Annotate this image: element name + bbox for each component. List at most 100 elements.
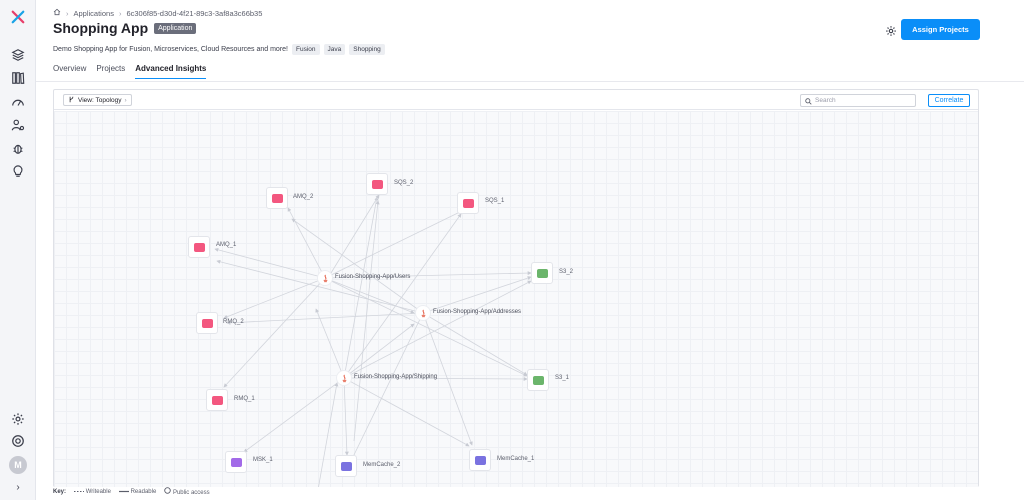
edge [287, 207, 326, 279]
java-service-icon[interactable] [317, 270, 333, 286]
chevron-right-icon[interactable]: › [11, 480, 25, 494]
resource-node-amq1[interactable] [188, 236, 210, 258]
key-writeable: Writeable [74, 489, 111, 495]
topology-canvas[interactable]: Fusion-Shopping-App/Users Fusion-Shoppin… [54, 111, 978, 487]
harness-logo-icon[interactable] [11, 10, 25, 24]
queue-icon [193, 242, 205, 252]
edge [351, 312, 424, 460]
resource-label-s3-1: S3_1 [555, 375, 570, 381]
edge [422, 276, 532, 314]
dotted-line-icon [74, 490, 85, 492]
resource-label-sqs2: SQS_2 [394, 180, 414, 186]
users-gear-icon[interactable] [11, 118, 25, 132]
queue-icon [371, 179, 383, 189]
assign-projects-button[interactable]: Assign Projects [901, 19, 980, 40]
edge [324, 277, 528, 377]
queue-icon [462, 198, 474, 208]
avatar[interactable]: M [9, 456, 27, 474]
bucket-icon [536, 268, 548, 278]
topology-panel: View: Topology › Correlate [53, 89, 979, 487]
library-icon[interactable] [11, 71, 25, 85]
correlate-button[interactable]: Correlate [928, 94, 970, 107]
search-input[interactable] [815, 97, 911, 104]
topology-toolbar: View: Topology › Correlate [54, 90, 978, 110]
breadcrumb-app-id[interactable]: 6c306f85-d30d-4f21-89c3-3af8a3c66b35 [126, 9, 262, 18]
chevron-right-icon: › [66, 8, 69, 18]
tab-overview[interactable]: Overview [53, 64, 86, 79]
search-icon [805, 92, 812, 110]
edge [223, 277, 326, 388]
settings-icon[interactable] [11, 412, 25, 426]
edge [343, 280, 532, 379]
resource-node-s3-1[interactable] [527, 369, 549, 391]
page-title: Shopping App [53, 20, 149, 36]
home-icon[interactable] [53, 8, 61, 18]
tab-bar: Overview Projects Advanced Insights [53, 64, 207, 79]
breadcrumb: › Applications › 6c306f85-d30d-4f21-89c3… [53, 8, 262, 18]
breadcrumb-applications[interactable]: Applications [74, 9, 114, 18]
resource-node-s3-2[interactable] [531, 262, 553, 284]
tag-fusion: Fusion [292, 44, 320, 55]
topology-key: Key: Writeable Readable Public access [53, 487, 210, 496]
resource-label-memcache1: MemCache_1 [497, 456, 535, 462]
type-badge: Application [154, 22, 197, 34]
tab-projects[interactable]: Projects [96, 64, 125, 79]
edge [353, 200, 380, 442]
java-service-icon[interactable] [336, 370, 352, 386]
java-service-icon[interactable] [415, 305, 431, 321]
topology-edges [214, 194, 532, 487]
cache-icon [474, 455, 486, 465]
edge [343, 377, 349, 456]
key-label: Key: [53, 488, 67, 495]
edge [243, 377, 345, 453]
app-description: Demo Shopping App for Fusion, Microservi… [53, 46, 288, 53]
edge [226, 312, 424, 325]
chevron-right-icon: › [124, 96, 127, 104]
resource-node-memcache2[interactable] [335, 455, 357, 477]
solid-line-icon [118, 490, 129, 492]
bucket-icon [532, 375, 544, 385]
resource-label-sqs1: SQS_1 [485, 198, 505, 204]
resource-node-msk1[interactable] [225, 451, 247, 473]
tag-java: Java [323, 44, 346, 55]
globe-icon [164, 487, 172, 494]
lightbulb-icon[interactable] [11, 164, 25, 178]
left-nav-rail: M › [0, 0, 36, 500]
edge [422, 312, 528, 376]
tag-shopping: Shopping [349, 44, 385, 55]
service-label-users: Fusion-Shopping-App/Users [335, 274, 411, 280]
edge [223, 277, 326, 319]
bug-icon[interactable] [11, 141, 25, 155]
edge [343, 377, 470, 447]
edge [315, 308, 345, 379]
tab-advanced-insights[interactable]: Advanced Insights [135, 64, 207, 79]
gear-icon[interactable] [885, 24, 897, 36]
help-icon[interactable] [11, 434, 25, 448]
layers-icon[interactable] [11, 48, 25, 62]
view-label: View: Topology [78, 96, 122, 104]
cache-icon [340, 461, 352, 471]
resource-node-rmq1[interactable] [206, 389, 228, 411]
resource-node-sqs2[interactable] [366, 173, 388, 195]
description-row: Demo Shopping App for Fusion, Microservi… [53, 44, 385, 55]
resource-node-sqs1[interactable] [457, 192, 479, 214]
queue-icon [201, 318, 213, 328]
gauge-icon[interactable] [11, 95, 25, 109]
resource-label-rmq2: RMQ_2 [223, 319, 244, 325]
service-label-shipping: Fusion-Shopping-App/Shipping [354, 374, 438, 380]
resource-label-msk1: MSK_1 [253, 457, 273, 463]
resource-node-rmq2[interactable] [196, 312, 218, 334]
edge [318, 382, 339, 487]
resource-node-memcache1[interactable] [469, 449, 491, 471]
service-label-addresses: Fusion-Shopping-App/Addresses [433, 309, 522, 315]
edge [214, 247, 326, 279]
resource-node-amq2[interactable] [266, 187, 288, 209]
view-selector[interactable]: View: Topology › [63, 94, 132, 106]
key-readable: Readable [118, 489, 156, 495]
search-box[interactable] [800, 94, 916, 107]
key-public-access: Public access [164, 487, 210, 496]
chevron-right-icon: › [118, 8, 122, 18]
queue-icon [271, 193, 283, 203]
resource-label-memcache2: MemCache_2 [363, 462, 401, 468]
resource-label-s3-2: S3_2 [559, 269, 574, 275]
